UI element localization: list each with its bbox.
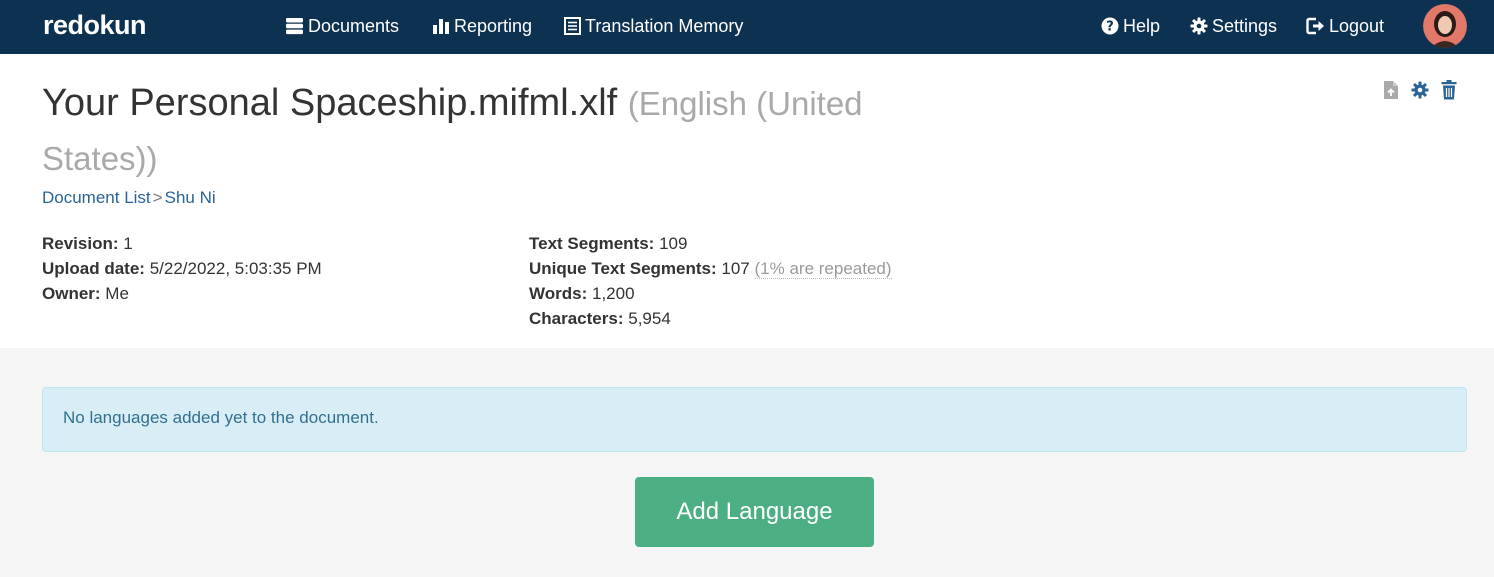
document-filename: Your Personal Spaceship.mifml.xlf [42,82,618,124]
meta-words: Words: 1,200 [529,284,635,303]
question-circle-icon: ? [1101,17,1119,35]
breadcrumb-current[interactable]: Shu Ni [165,188,216,208]
breadcrumb: Document List > Shu Ni [42,188,216,208]
svg-text:?: ? [1106,20,1114,35]
nav-help-label: Help [1123,15,1161,36]
list-icon [564,17,581,35]
repeated-note: (1% are repeated) [754,259,892,279]
nav-translation-memory-label: Translation Memory [585,15,744,36]
meta-upload-date: Upload date: 5/22/2022, 5:03:35 PM [42,259,322,278]
gear-icon [1190,17,1208,35]
file-export-icon[interactable] [1383,80,1399,100]
nav-settings-label: Settings [1212,15,1278,36]
document-actions [1383,80,1457,100]
server-stack-icon [286,18,303,35]
nav-logout[interactable]: Logout [1306,14,1384,38]
meta-text-segments: Text Segments: 109 [529,234,688,253]
meta-revision: Revision: 1 [42,234,133,253]
document-settings-gear-icon[interactable] [1411,81,1429,99]
nav-documents[interactable]: Documents [285,14,399,38]
brand-logo[interactable]: redokun [43,10,147,41]
meta-unique-text-segments: Unique Text Segments: 107 (1% are repeat… [529,259,892,279]
trash-icon[interactable] [1441,80,1457,100]
document-meta-right: Text Segments: 109 Unique Text Segments:… [529,231,892,331]
nav-reporting-label: Reporting [454,15,533,36]
nav-reporting[interactable]: Reporting [432,14,532,38]
meta-owner: Owner: Me [42,284,129,303]
nav-settings[interactable]: Settings [1190,14,1277,38]
nav-translation-memory[interactable]: Translation Memory [564,14,743,38]
user-avatar[interactable] [1423,4,1467,48]
breadcrumb-separator: > [152,188,163,207]
nav-documents-label: Documents [308,15,400,36]
document-header: Your Personal Spaceship.mifml.xlf (Engli… [0,54,1494,348]
breadcrumb-document-list[interactable]: Document List [42,188,151,208]
navbar: redokun Documents Reporting Translation … [0,0,1494,54]
nav-logout-label: Logout [1329,15,1385,36]
no-languages-alert: No languages added yet to the document. [42,387,1467,452]
nav-help[interactable]: ? Help [1101,14,1160,38]
logout-icon [1306,17,1324,35]
add-language-button[interactable]: Add Language [635,477,874,547]
document-title: Your Personal Spaceship.mifml.xlf (Engli… [42,76,922,186]
document-meta-left: Revision: 1 Upload date: 5/22/2022, 5:03… [42,231,322,306]
meta-characters: Characters: 5,954 [529,309,671,328]
bar-chart-icon [433,19,449,34]
